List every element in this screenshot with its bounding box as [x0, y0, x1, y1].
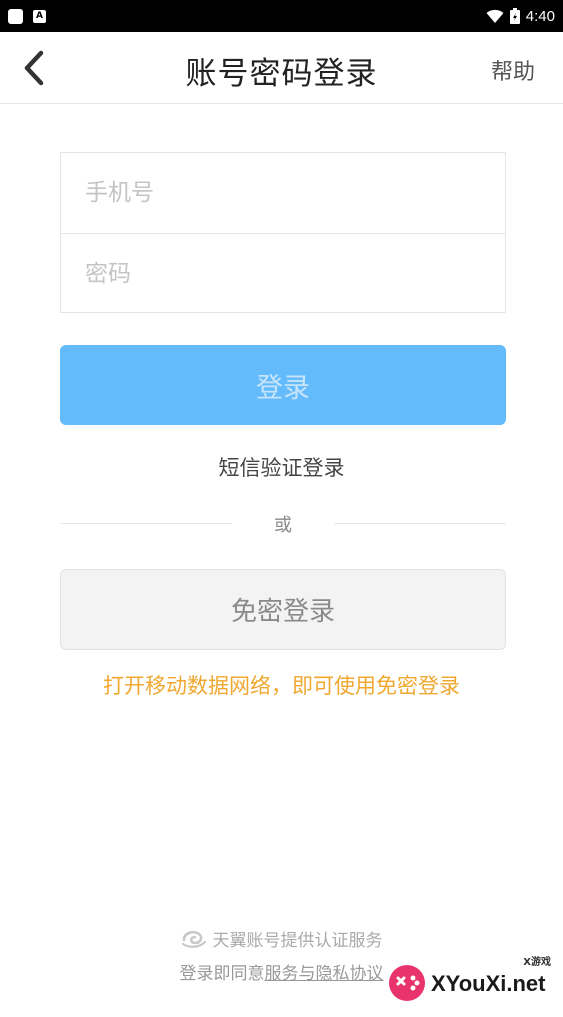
- divider-line-right: [334, 523, 506, 524]
- wifi-icon: [486, 9, 504, 23]
- battery-icon: [509, 8, 520, 24]
- watermark-gamepad-icon: [389, 965, 425, 1001]
- notification-badge-icon: A: [33, 10, 46, 23]
- tianyi-logo-icon: [181, 930, 206, 948]
- status-bar-notifications: A: [8, 9, 46, 24]
- provider-text: 天翼账号提供认证服务: [212, 931, 383, 951]
- nav-bar: 账号密码登录 帮助: [0, 32, 563, 104]
- status-bar-system: 4:40: [486, 6, 555, 26]
- watermark-text: XYouXi.net: [431, 971, 546, 996]
- phone-input[interactable]: [85, 180, 505, 206]
- or-divider: 或: [60, 511, 506, 536]
- provider-info: 天翼账号提供认证服务: [0, 926, 563, 951]
- privacy-agreement-link[interactable]: 服务与隐私协议: [265, 964, 384, 984]
- agreement-prefix: 登录即同意: [179, 964, 265, 984]
- password-input[interactable]: [85, 260, 505, 287]
- app-notification-icon: [8, 9, 23, 24]
- watermark-sub: X游戏: [523, 957, 551, 968]
- status-time: 4:40: [525, 7, 555, 25]
- divider-label: 或: [274, 515, 292, 536]
- page-title: 账号密码登录: [185, 56, 378, 92]
- help-button[interactable]: 帮助: [491, 54, 535, 86]
- free-login-button[interactable]: 免密登录: [60, 569, 506, 650]
- mobile-data-hint: 打开移动数据网络，即可使用免密登录: [103, 674, 460, 698]
- site-watermark: X游戏 XYouXi.net: [387, 957, 557, 1007]
- login-form: [60, 152, 506, 313]
- sms-login-link[interactable]: 短信验证登录: [0, 452, 563, 482]
- phone-row: [61, 153, 505, 233]
- status-bar: A 4:40: [0, 0, 563, 32]
- password-row: [61, 233, 505, 313]
- login-button[interactable]: 登录: [60, 345, 506, 425]
